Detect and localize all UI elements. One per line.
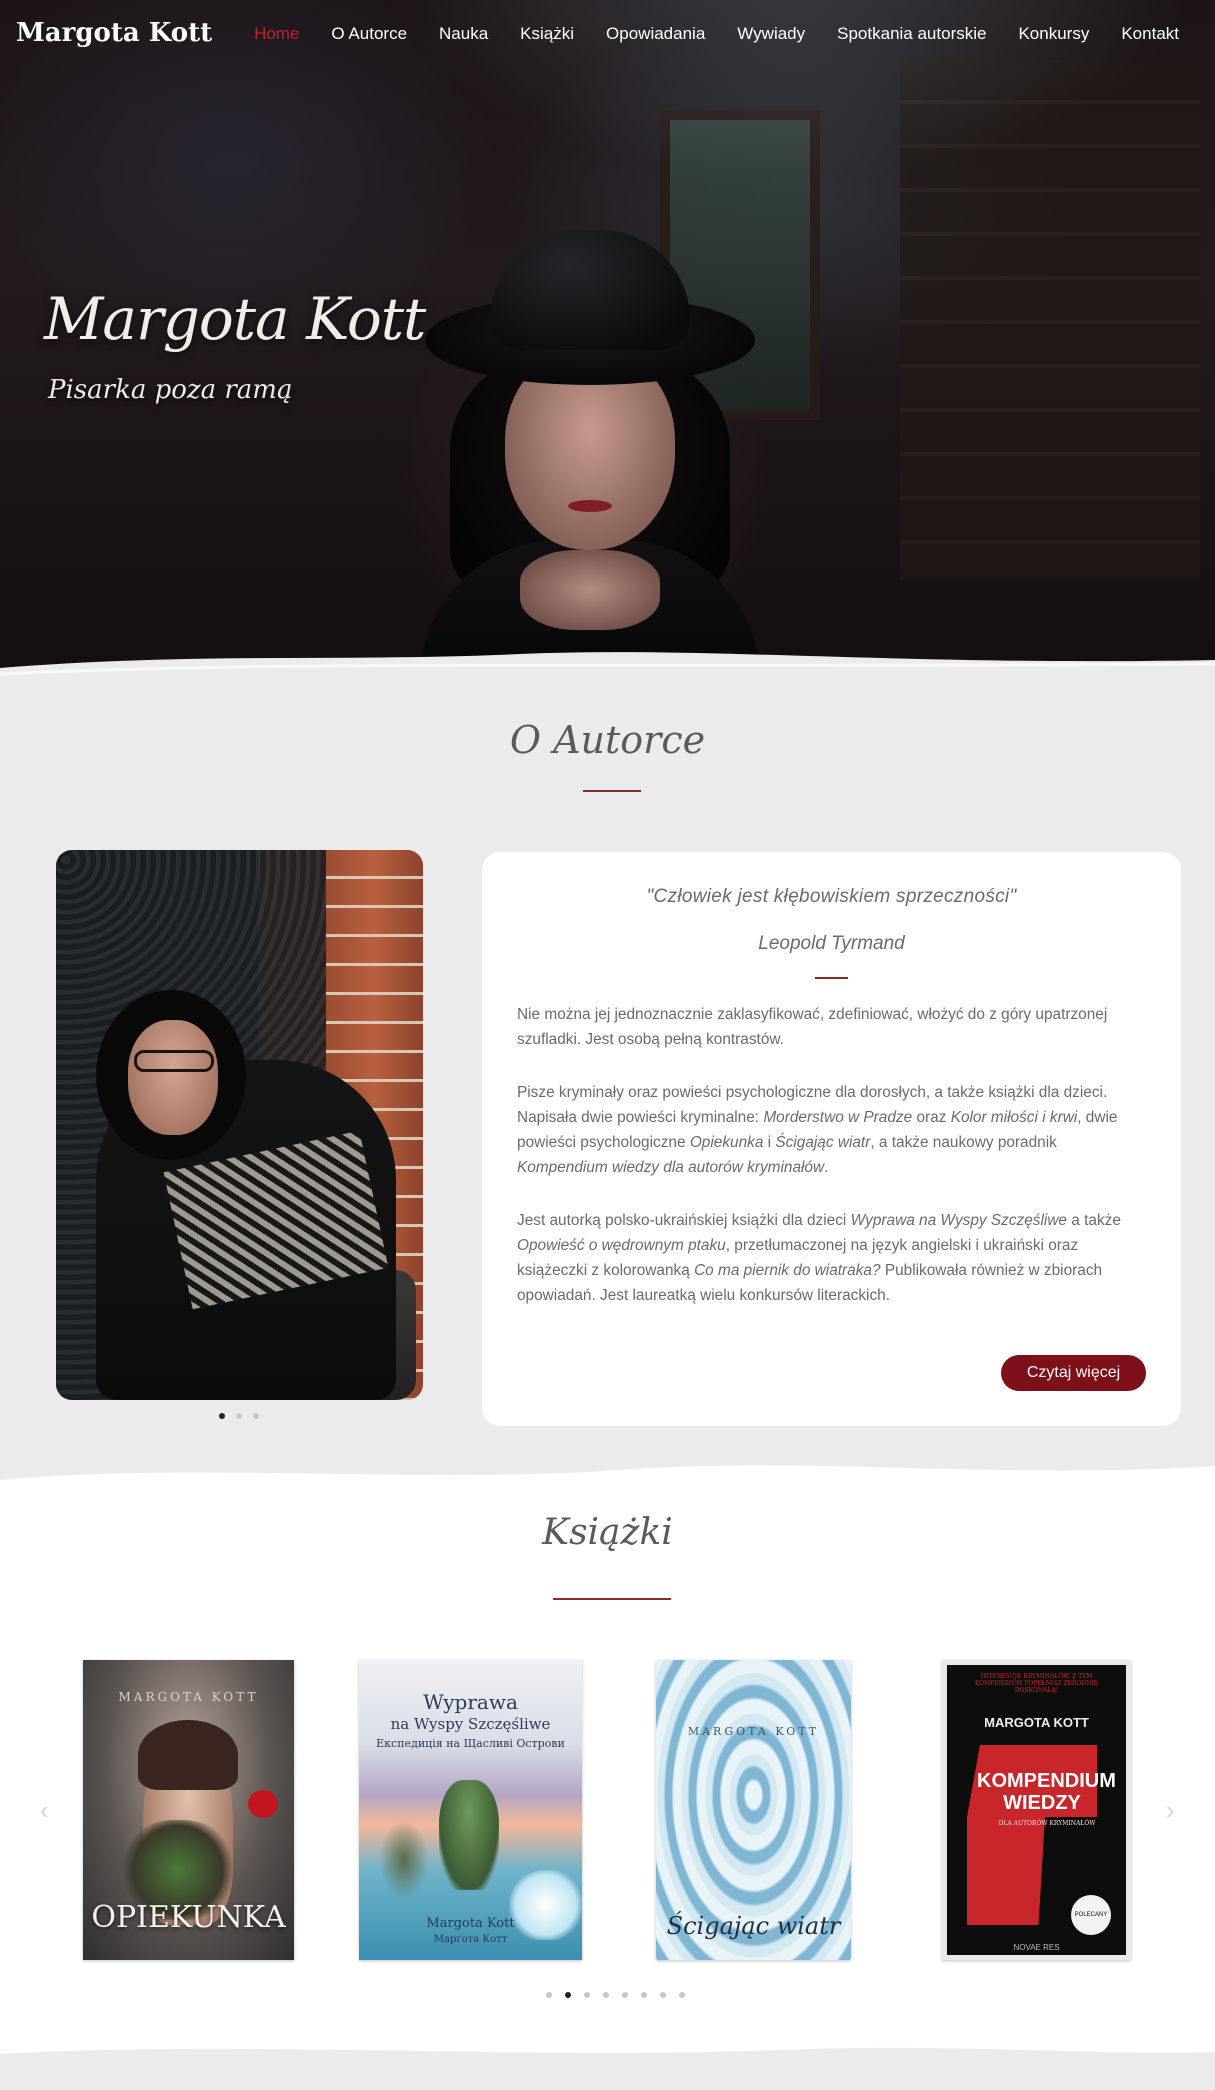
books-divider xyxy=(553,1598,671,1600)
slider-dot[interactable] xyxy=(641,1992,647,1998)
book-title: Wyprawa xyxy=(423,1690,518,1714)
book-title: OPIEKUNKA xyxy=(91,1900,286,1935)
books-wave-divider xyxy=(0,1465,1215,1520)
book-cover-wyprawa[interactable]: Wyprawa na Wyspy Szczęśliwe Експедиція н… xyxy=(359,1660,582,1960)
about-paragraph-1: Nie można jej jednoznacznie zaklasyfikow… xyxy=(517,1006,1108,1048)
slider-dot[interactable] xyxy=(253,1413,259,1419)
book-subtitle: Експедиція на Щасливі Острови xyxy=(376,1737,565,1750)
slider-dot[interactable] xyxy=(236,1413,242,1419)
main-menu: Home O Autorce Nauka Książki Opowiadania… xyxy=(238,24,1195,44)
nav-item-nauka[interactable]: Nauka xyxy=(423,24,504,44)
nav-item-spotkania[interactable]: Spotkania autorskie xyxy=(821,24,1002,44)
slider-dot[interactable] xyxy=(584,1992,590,1998)
books-prev-arrow[interactable]: ‹ xyxy=(40,1795,49,1826)
book-author-line2: Марґота Котт xyxy=(433,1934,508,1945)
about-heading: O Autorce xyxy=(509,718,706,762)
footer-wave-divider xyxy=(0,2047,1215,2090)
book-title-line2: na Wyspy Szczęśliwe xyxy=(390,1715,551,1733)
hero-title: Margota Kott xyxy=(44,285,426,353)
book-author: Margota Kott xyxy=(426,1916,515,1931)
about-paragraph-2: Pisze kryminały oraz powieści psychologi… xyxy=(517,1084,1118,1176)
slider-dot[interactable] xyxy=(219,1413,225,1419)
site-logo[interactable]: Margota Kott xyxy=(16,18,212,48)
about-photo-slider[interactable] xyxy=(56,850,423,1400)
book-author: MARGOTA KOTT xyxy=(118,1690,259,1704)
hero-banner: Margota Kott Pisarka poza ramą xyxy=(0,0,1215,690)
quote-divider xyxy=(815,977,848,979)
nav-item-konkursy[interactable]: Konkursy xyxy=(1002,24,1105,44)
about-quote: "Człowiek jest kłębowiskiem sprzeczności… xyxy=(646,886,1017,907)
book-cover-scigajac-wiatr[interactable]: MARGOTA KOTT Ścigając wiatr xyxy=(656,1660,851,1960)
slider-dot[interactable] xyxy=(660,1992,666,1998)
nav-item-opowiadania[interactable]: Opowiadania xyxy=(590,24,721,44)
books-slider-dots xyxy=(546,1992,685,1998)
book-cover-opiekunka[interactable]: MARGOTA KOTT OPIEKUNKA xyxy=(83,1660,294,1960)
slider-dot[interactable] xyxy=(565,1992,571,1998)
about-divider xyxy=(583,790,641,792)
hero-wave-divider xyxy=(0,652,1215,710)
about-slider-dots xyxy=(219,1413,259,1419)
book-author: MARGOTA KOTT xyxy=(984,1715,1089,1730)
slider-dot[interactable] xyxy=(622,1992,628,1998)
nav-item-ksiazki[interactable]: Książki xyxy=(504,24,590,44)
book-badge: POLECANY xyxy=(1071,1895,1111,1935)
book-subtitle: DLA AUTORÓW KRYMINAŁÓW xyxy=(998,1820,1096,1827)
about-card: "Człowiek jest kłębowiskiem sprzeczności… xyxy=(482,852,1181,1426)
nav-item-home[interactable]: Home xyxy=(238,24,315,44)
slider-dot[interactable] xyxy=(679,1992,685,1998)
hero-portrait-image xyxy=(380,200,800,680)
read-more-button[interactable]: Czytaj więcej xyxy=(1001,1355,1146,1391)
nav-item-o-autorce[interactable]: O Autorce xyxy=(315,24,423,44)
book-publisher: NOVAE RES xyxy=(1013,1943,1060,1952)
books-next-arrow[interactable]: › xyxy=(1166,1795,1175,1826)
book-title: KOMPENDIUM WIEDZY xyxy=(977,1770,1116,1814)
book-author: MARGOTA KOTT xyxy=(687,1725,820,1738)
slider-dot[interactable] xyxy=(546,1992,552,1998)
nav-item-kontakt[interactable]: Kontakt xyxy=(1105,24,1195,44)
book-tagline: INTERESUJE KRYMINAŁÓW, Z TYM KOMPENDIUM … xyxy=(974,1673,1099,1694)
about-paragraph-3: Jest autorką polsko-ukraińskiej książki … xyxy=(517,1212,1121,1304)
top-navigation: Margota Kott Home O Autorce Nauka Książk… xyxy=(0,0,1215,70)
nav-item-wywiady[interactable]: Wywiady xyxy=(721,24,821,44)
hero-subtitle: Pisarka poza ramą xyxy=(48,375,293,405)
book-cover-kompendium[interactable]: INTERESUJE KRYMINAŁÓW, Z TYM KOMPENDIUM … xyxy=(942,1660,1131,1960)
quote-author: Leopold Tyrmand xyxy=(758,933,905,954)
slider-dot[interactable] xyxy=(603,1992,609,1998)
book-title: Ścigając wiatr xyxy=(666,1912,841,1940)
books-heading: Książki xyxy=(542,1512,673,1553)
